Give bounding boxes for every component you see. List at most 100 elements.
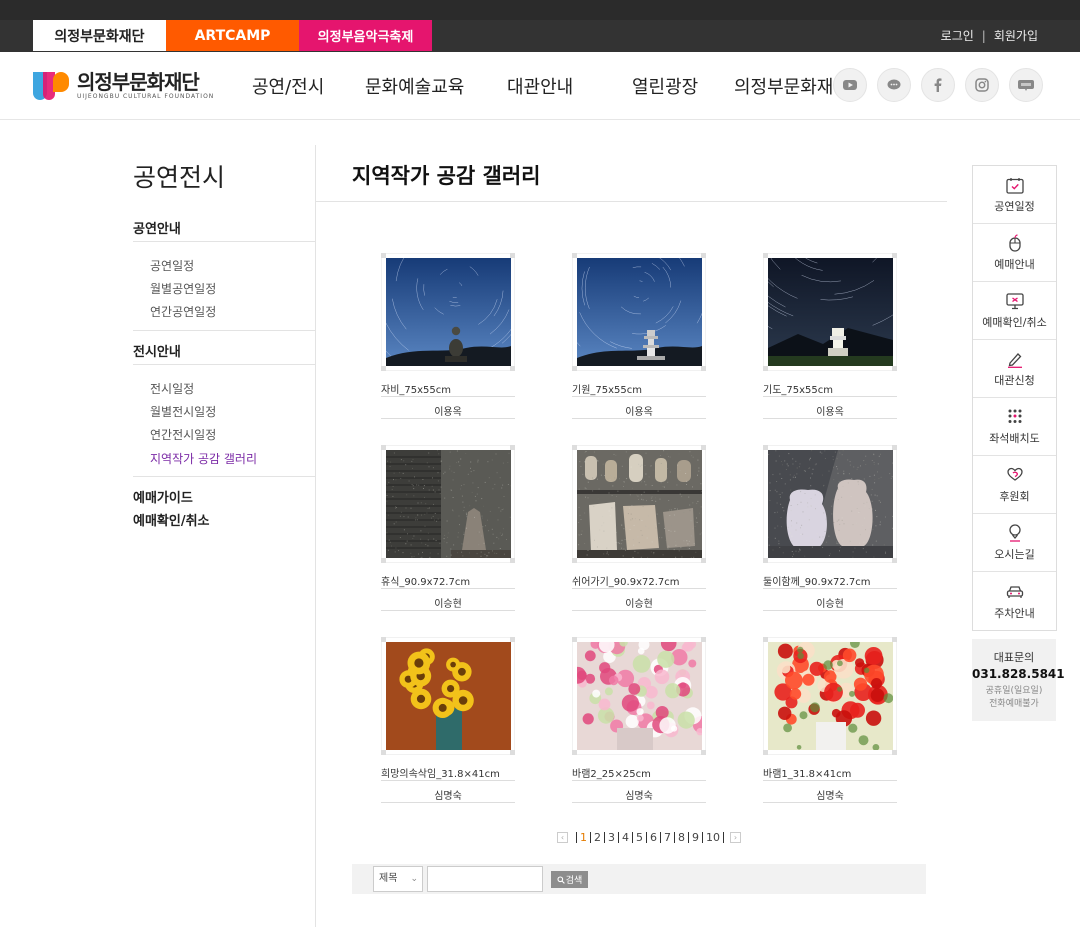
logo[interactable]: 의정부문화재단 UIJEONGBU CULTURAL FOUNDATION xyxy=(33,70,214,102)
instagram-icon[interactable] xyxy=(965,68,999,102)
sidebar-item-local-artist-gallery[interactable]: 지역작가 공감 갤러리 xyxy=(150,450,257,467)
talk-icon[interactable] xyxy=(877,68,911,102)
artwork-caption[interactable]: 바램2_25×25cm xyxy=(572,765,706,780)
search-button[interactable]: 검색 xyxy=(551,871,588,888)
location-icon xyxy=(1008,523,1022,543)
artwork-image[interactable] xyxy=(768,258,893,366)
contact-title: 대표문의 xyxy=(993,651,1035,664)
sidebar-item-yearly-performance[interactable]: 연간공연일정 xyxy=(150,303,216,320)
prev-page-icon[interactable]: ‹ xyxy=(557,831,568,843)
logo-subtext: UIJEONGBU CULTURAL FOUNDATION xyxy=(77,93,215,100)
logo-text: 의정부문화재단 xyxy=(77,70,200,94)
artwork-image[interactable] xyxy=(386,258,511,366)
artwork-image[interactable] xyxy=(577,258,702,366)
nav-performance[interactable]: 공연/전시 xyxy=(252,52,324,120)
artwork-artist: 이용옥 xyxy=(625,407,653,418)
divider xyxy=(316,201,947,202)
heart-hand-icon xyxy=(1006,465,1024,485)
page-number[interactable]: 2 xyxy=(590,831,604,843)
artwork-image[interactable] xyxy=(768,642,893,750)
quick-ticket-check[interactable]: 예매확인/취소 xyxy=(973,282,1056,340)
artwork-caption[interactable]: 자비_75x55cm xyxy=(381,381,515,396)
pagination: ‹ 1 2 3 4 5 6 7 8 9 10 › xyxy=(557,830,741,844)
youtube-icon[interactable] xyxy=(833,68,867,102)
top-bar: 의정부문화재단 ARTCAMP 의정부음악극축제 로그인 | 회원가입 xyxy=(0,0,1080,52)
page-number[interactable]: 8 xyxy=(674,831,688,843)
artwork-caption[interactable]: 기도_75x55cm xyxy=(763,381,897,396)
artwork-caption[interactable]: 희망의속삭임_31.8×41cm xyxy=(381,765,515,780)
separator: | xyxy=(981,28,986,43)
page-number[interactable]: 1 xyxy=(576,831,590,843)
quick-menu: 공연일정 예매안내 예매확인/취소 대관신청 좌석배치도 후원회 오시는길 주차… xyxy=(972,165,1057,631)
contact-box: 대표문의 031.828.5841 공휴일(일요일) 전화예매불가 xyxy=(972,639,1065,721)
page-number[interactable]: 9 xyxy=(688,831,702,843)
sidebar-item-yearly-exhibition[interactable]: 연간전시일정 xyxy=(150,426,216,443)
nav-foundation[interactable]: 의정부문화재 xyxy=(734,52,834,120)
header: 의정부문화재단 UIJEONGBU CULTURAL FOUNDATION 공연… xyxy=(0,52,1080,120)
page-number[interactable]: 6 xyxy=(646,831,660,843)
mouse-icon xyxy=(1008,233,1021,253)
account-links: 로그인 | 회원가입 xyxy=(941,20,1038,51)
artwork-image[interactable] xyxy=(386,642,511,750)
quick-directions[interactable]: 오시는길 xyxy=(973,514,1056,572)
divider xyxy=(133,476,315,477)
artwork-image[interactable] xyxy=(577,642,702,750)
artwork-image[interactable] xyxy=(577,450,702,558)
page-number[interactable]: 10 xyxy=(702,831,723,843)
contact-note: 공휴일(일요일) 전화예매불가 xyxy=(985,686,1043,709)
artwork-caption[interactable]: 휴식_90.9x72.7cm xyxy=(381,573,515,588)
next-page-icon[interactable]: › xyxy=(730,831,741,843)
artwork-caption[interactable]: 기원_75x55cm xyxy=(572,381,706,396)
chevron-down-icon: ⌄ xyxy=(410,874,418,884)
artwork-artist: 이용옥 xyxy=(434,407,462,418)
page-number[interactable]: 7 xyxy=(660,831,674,843)
quick-seating-chart[interactable]: 좌석배치도 xyxy=(973,398,1056,456)
artwork-caption[interactable]: 둘이함께_90.9x72.7cm xyxy=(763,573,897,588)
search-input[interactable] xyxy=(427,866,543,892)
nav-community[interactable]: 열린광장 xyxy=(632,52,698,120)
contact-phone[interactable]: 031.828.5841 xyxy=(972,667,1065,681)
sidebar-group-ticket-check[interactable]: 예매확인/취소 xyxy=(133,510,210,529)
divider xyxy=(133,241,315,242)
artwork-artist: 심명숙 xyxy=(434,791,462,802)
quick-supporters[interactable]: 후원회 xyxy=(973,456,1056,514)
search-bar: 제목 ⌄ 검색 xyxy=(352,864,926,894)
pencil-icon xyxy=(1007,349,1023,369)
blog-icon[interactable] xyxy=(1009,68,1043,102)
nav-rental[interactable]: 대관안내 xyxy=(507,52,573,120)
artwork-caption[interactable]: 바램1_31.8×41cm xyxy=(763,765,897,780)
artwork-image[interactable] xyxy=(386,450,511,558)
quick-ticket-guide[interactable]: 예매안내 xyxy=(973,224,1056,282)
seat-grid-icon xyxy=(1007,407,1023,427)
sidebar-item-schedule[interactable]: 공연일정 xyxy=(150,257,194,274)
artwork-artist: 심명숙 xyxy=(625,791,653,802)
facebook-icon[interactable] xyxy=(921,68,955,102)
signup-link[interactable]: 회원가입 xyxy=(994,27,1038,44)
tab-foundation[interactable]: 의정부문화재단 xyxy=(33,20,166,51)
logo-mark-icon xyxy=(33,70,71,102)
tab-music-festival[interactable]: 의정부음악극축제 xyxy=(299,20,432,51)
page-number[interactable]: 5 xyxy=(632,831,646,843)
login-link[interactable]: 로그인 xyxy=(941,27,974,44)
sidebar-title: 공연전시 xyxy=(133,163,226,192)
sidebar-item-exhibition-schedule[interactable]: 전시일정 xyxy=(150,380,194,397)
artwork-image[interactable] xyxy=(768,450,893,558)
page-number[interactable]: 3 xyxy=(604,831,618,843)
nav-education[interactable]: 문화예술교육 xyxy=(365,52,464,120)
sidebar-group-performance[interactable]: 공연안내 xyxy=(133,218,181,237)
quick-performance-schedule[interactable]: 공연일정 xyxy=(973,166,1056,224)
search-field-select[interactable]: 제목 ⌄ xyxy=(373,866,423,892)
quick-parking[interactable]: 주차안내 xyxy=(973,572,1056,630)
artwork-artist: 이용옥 xyxy=(816,407,844,418)
sidebar-item-monthly-exhibition[interactable]: 월별전시일정 xyxy=(150,403,216,420)
sidebar-group-ticket-guide[interactable]: 예매가이드 xyxy=(133,487,193,506)
artwork-artist: 이승현 xyxy=(434,599,462,610)
quick-rental-application[interactable]: 대관신청 xyxy=(973,340,1056,398)
page-number[interactable]: 4 xyxy=(618,831,632,843)
car-icon xyxy=(1006,582,1024,602)
sidebar-item-monthly-performance[interactable]: 월별공연일정 xyxy=(150,280,216,297)
artwork-caption[interactable]: 쉬어가기_90.9x72.7cm xyxy=(572,573,706,588)
artwork-artist: 심명숙 xyxy=(816,791,844,802)
sidebar-group-exhibition[interactable]: 전시안내 xyxy=(133,341,181,360)
tab-artcamp[interactable]: ARTCAMP xyxy=(166,20,299,51)
